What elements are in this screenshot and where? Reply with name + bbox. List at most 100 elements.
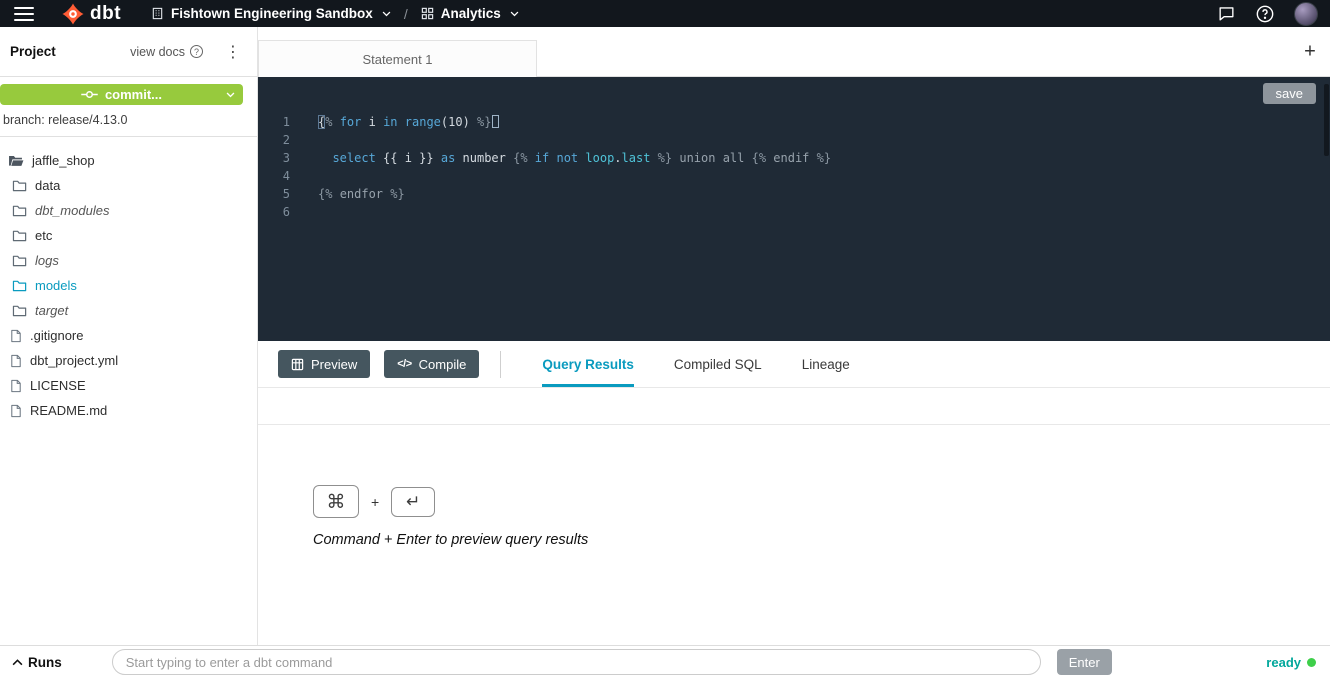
editor-code[interactable]: {% for i in range(10) %} select {{ i }} … (318, 113, 1318, 221)
new-tab-button[interactable]: + (1298, 40, 1322, 63)
tree-item-label: dbt_modules (35, 203, 109, 218)
project-selector[interactable]: Analytics (421, 6, 519, 21)
code-line[interactable]: {% endfor %} (318, 185, 1318, 203)
editor-tab-bar: Statement 1 + (258, 27, 1330, 77)
preview-button-label: Preview (311, 357, 357, 372)
view-docs-link[interactable]: view docs ? (130, 45, 203, 59)
hamburger-menu-icon[interactable] (14, 7, 34, 21)
folder-icon (8, 154, 24, 167)
commit-button-label: commit... (105, 87, 162, 102)
file-icon (10, 404, 22, 418)
code-line[interactable]: {% for i in range(10) %} (318, 113, 1318, 131)
commit-button[interactable]: commit... (0, 84, 243, 105)
file-icon (10, 354, 22, 368)
code-icon: </> (397, 358, 411, 370)
plus-separator: + (371, 494, 379, 510)
chevron-down-icon (382, 11, 391, 17)
file-icon (10, 379, 22, 393)
file-tree: jaffle_shopdata dbt_modulesetc logs models t… (0, 148, 257, 423)
shortcut-hint-text: Command + Enter to preview query results (313, 532, 1330, 548)
results-tabs: Query Results Compiled SQL Lineage (542, 341, 849, 387)
avatar[interactable] (1294, 2, 1318, 26)
tree-item-data[interactable]: data (0, 173, 257, 198)
code-line[interactable]: select {{ i }} as number {% if not loop.… (318, 149, 1318, 167)
enter-button[interactable]: Enter (1057, 649, 1112, 675)
kebab-menu-icon[interactable]: ⋮ (225, 44, 241, 60)
tab-query-results[interactable]: Query Results (542, 341, 634, 387)
line-number: 4 (258, 167, 290, 185)
keyboard-shortcut-hint: ⌘ + ↵ (313, 485, 1330, 518)
chevron-down-icon[interactable] (226, 92, 235, 98)
dbt-logo[interactable]: dbt (62, 3, 121, 25)
code-line[interactable] (318, 131, 1318, 149)
table-icon (291, 358, 304, 371)
chat-icon[interactable] (1217, 4, 1236, 23)
compile-button[interactable]: </> Compile (384, 350, 479, 378)
grid-icon (421, 7, 434, 20)
editor-scrollbar[interactable] (1324, 84, 1329, 156)
project-name: Analytics (441, 6, 501, 21)
tab-lineage[interactable]: Lineage (802, 341, 850, 387)
dbt-logo-icon (62, 3, 84, 25)
tab-title: Statement 1 (362, 52, 432, 67)
runs-label: Runs (28, 655, 62, 670)
tab-statement-1[interactable]: Statement 1 (258, 40, 537, 77)
tree-item-label: dbt_project.yml (30, 353, 118, 368)
code-line[interactable] (318, 167, 1318, 185)
status-dot-icon (1307, 658, 1316, 667)
view-docs-label: view docs (130, 45, 185, 59)
chevron-up-icon (12, 659, 23, 666)
commit-icon (81, 89, 98, 100)
tree-item-etc[interactable]: etc (0, 223, 257, 248)
results-subheader (258, 388, 1330, 425)
save-button[interactable]: save (1263, 83, 1316, 104)
folder-icon (12, 204, 27, 217)
tree-item-label: models (35, 278, 77, 293)
tree-item-readme-md[interactable]: README.md (0, 398, 257, 423)
tree-item-models[interactable]: models (0, 273, 257, 298)
tree-item-license[interactable]: LICENSE (0, 373, 257, 398)
tree-item-target[interactable]: target (0, 298, 257, 323)
dbt-command-input[interactable] (112, 649, 1041, 675)
editor-gutter: 123456 (258, 113, 296, 221)
tree-item-dbt-project-yml[interactable]: dbt_project.yml (0, 348, 257, 373)
enter-key-icon: ↵ (391, 487, 435, 517)
tree-item-jaffle-shop[interactable]: jaffle_shop (0, 148, 257, 173)
breadcrumb-separator: / (404, 6, 408, 22)
tree-item-label: etc (35, 228, 52, 243)
tree-item-label: README.md (30, 403, 107, 418)
file-icon (10, 329, 22, 343)
tree-item-label: LICENSE (30, 378, 86, 393)
tree-item-label: logs (35, 253, 59, 268)
branch-label: branch: release/4.13.0 (3, 113, 257, 127)
line-number: 6 (258, 203, 290, 221)
sidebar-title: Project (10, 44, 56, 59)
line-number: 1 (258, 113, 290, 131)
chevron-down-icon (510, 11, 519, 17)
docs-help-icon: ? (190, 45, 203, 58)
code-editor[interactable]: save 123456 {% for i in range(10) %} sel… (258, 77, 1330, 341)
status-text: ready (1266, 655, 1301, 670)
results-body: ⌘ + ↵ Command + Enter to preview query r… (258, 425, 1330, 645)
sidebar: Project view docs ? ⋮ commit... branch: … (0, 27, 258, 645)
status-bar: Runs Enter ready (0, 645, 1330, 678)
tree-item-logs[interactable]: logs (0, 248, 257, 273)
tab-compiled-sql[interactable]: Compiled SQL (674, 341, 762, 387)
tree-item-dbt-modules[interactable]: dbt_modules (0, 198, 257, 223)
command-key-icon: ⌘ (313, 485, 359, 518)
folder-icon (12, 254, 27, 267)
toolbar-divider (500, 351, 501, 378)
account-selector[interactable]: Fishtown Engineering Sandbox (151, 6, 391, 21)
runs-toggle[interactable]: Runs (12, 655, 62, 670)
account-name: Fishtown Engineering Sandbox (171, 6, 373, 21)
line-number: 5 (258, 185, 290, 203)
help-icon[interactable] (1255, 4, 1275, 24)
line-number: 2 (258, 131, 290, 149)
folder-icon (12, 304, 27, 317)
preview-button[interactable]: Preview (278, 350, 370, 378)
line-number: 3 (258, 149, 290, 167)
tree-item--gitignore[interactable]: .gitignore (0, 323, 257, 348)
folder-icon (12, 179, 27, 192)
compile-button-label: Compile (419, 357, 467, 372)
code-line[interactable] (318, 203, 1318, 221)
